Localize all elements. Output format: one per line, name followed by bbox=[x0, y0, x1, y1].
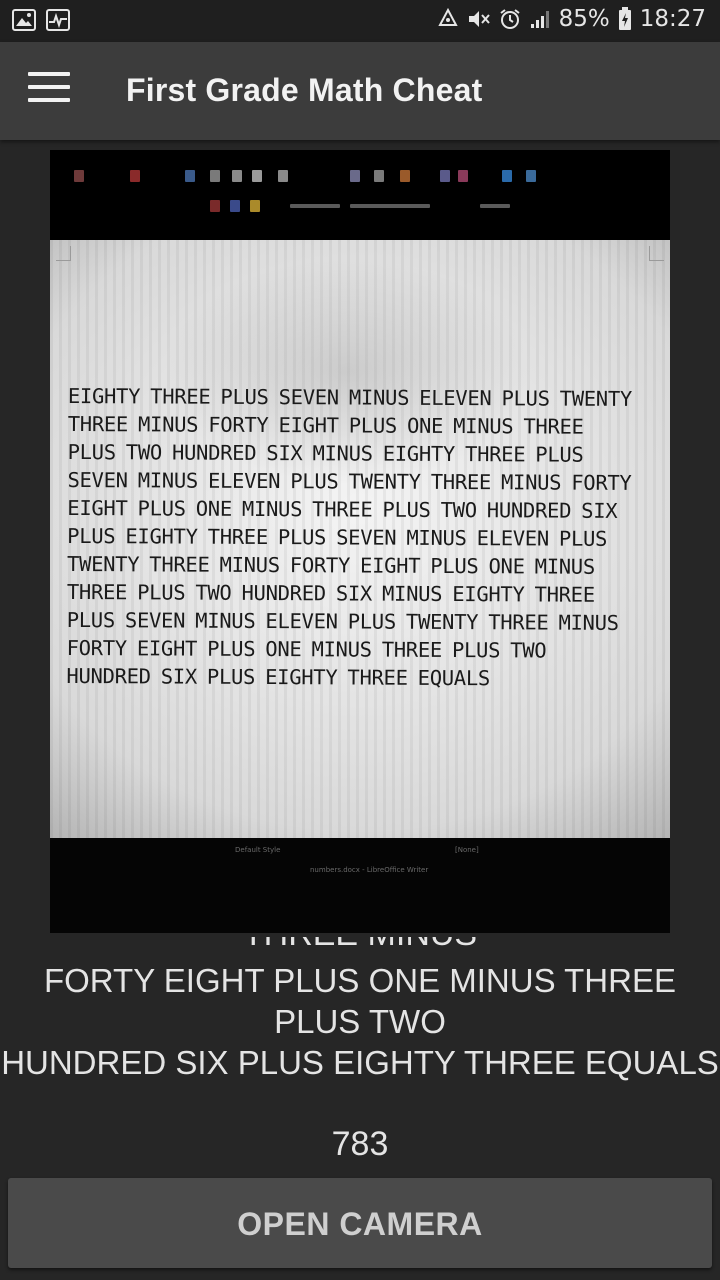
recognized-line: HUNDRED SIX PLUS EIGHTY THREE EQUALS bbox=[1, 1044, 719, 1081]
mute-icon bbox=[467, 8, 491, 30]
recognized-line: FORTY EIGHT PLUS ONE MINUS THREE bbox=[43, 962, 676, 999]
document-line: HUNDRED SIX PLUS EIGHTY THREE EQUALS bbox=[66, 663, 491, 691]
clock: 18:27 bbox=[639, 6, 706, 32]
signal-icon bbox=[529, 8, 551, 30]
recognized-line: PLUS TWO bbox=[274, 1003, 446, 1040]
document-line: EIGHT PLUS ONE MINUS THREE PLUS TWO HUND… bbox=[67, 495, 618, 523]
document-line: THREE MINUS FORTY EIGHT PLUS ONE MINUS T… bbox=[67, 411, 584, 439]
document-page: EIGHTY THREE PLUS SEVEN MINUS ELEVEN PLU… bbox=[50, 240, 670, 838]
document-line: THREE PLUS TWO HUNDRED SIX MINUS EIGHTY … bbox=[66, 579, 595, 607]
document-line: FORTY EIGHT PLUS ONE MINUS THREE PLUS TW… bbox=[66, 635, 547, 663]
document-line: PLUS EIGHTY THREE PLUS SEVEN MINUS ELEVE… bbox=[67, 523, 608, 551]
recognized-partial-line: THREE MINUS bbox=[0, 937, 720, 953]
document-line: EIGHTY THREE PLUS SEVEN MINUS ELEVEN PLU… bbox=[67, 383, 633, 411]
document-line: TWENTY THREE MINUS FORTY EIGHT PLUS ONE … bbox=[66, 551, 596, 579]
gallery-icon bbox=[12, 9, 36, 31]
app-bar: First Grade Math Cheat bbox=[0, 42, 720, 140]
document-line: SEVEN MINUS ELEVEN PLUS TWENTY THREE MIN… bbox=[67, 467, 632, 495]
open-camera-button[interactable]: OPEN CAMERA bbox=[8, 1178, 712, 1268]
photo-formatting-bar bbox=[50, 194, 670, 218]
document-line: PLUS SEVEN MINUS ELEVEN PLUS TWENTY THRE… bbox=[66, 607, 619, 635]
captured-photo: EIGHTY THREE PLUS SEVEN MINUS ELEVEN PLU… bbox=[50, 150, 670, 933]
activity-icon bbox=[46, 9, 70, 31]
document-text: EIGHTY THREE PLUS SEVEN MINUS ELEVEN PLU… bbox=[66, 382, 660, 693]
status-style: Default Style bbox=[235, 846, 281, 854]
app-title: First Grade Math Cheat bbox=[126, 72, 483, 108]
open-camera-label: OPEN CAMERA bbox=[237, 1206, 483, 1242]
battery-percent: 85% bbox=[558, 6, 610, 32]
recognized-text: FORTY EIGHT PLUS ONE MINUS THREE PLUS TW… bbox=[0, 960, 720, 1083]
status-language: [None] bbox=[455, 846, 479, 854]
photo-toolbar bbox=[50, 164, 670, 188]
result-value: 783 bbox=[331, 1125, 389, 1163]
taskbar-item: numbers.docx - LibreOffice Writer bbox=[310, 866, 429, 874]
battery-icon bbox=[618, 7, 632, 31]
status-bar: 85% 18:27 bbox=[0, 0, 720, 42]
alarm-icon bbox=[499, 8, 521, 30]
hamburger-menu-icon[interactable] bbox=[28, 72, 70, 112]
photo-status-strip: Default Style [None] numbers.docx - Libr… bbox=[50, 838, 670, 933]
document-line: PLUS TWO HUNDRED SIX MINUS EIGHTY THREE … bbox=[67, 439, 584, 467]
recycle-icon bbox=[437, 8, 459, 30]
